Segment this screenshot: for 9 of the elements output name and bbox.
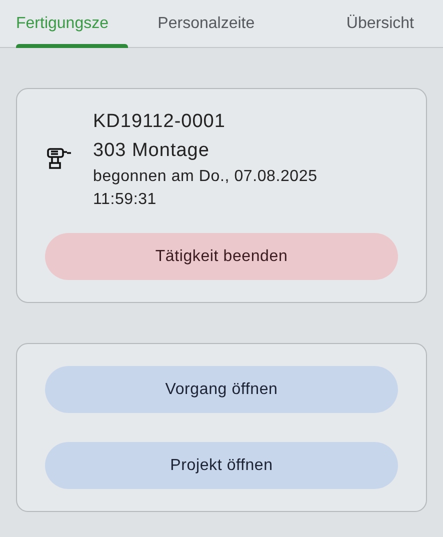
action-button[interactable]: Projekt öffnen <box>45 442 398 489</box>
start-time: begonnen am Do., 07.08.2025 11:59:31 <box>93 167 318 210</box>
tab[interactable]: Übersicht <box>283 0 443 47</box>
stop-button[interactable]: Tätigkeit beenden <box>45 233 398 280</box>
tab[interactable]: Personalzeite <box>142 0 284 47</box>
operation-name: 303 Montage <box>93 139 210 163</box>
action-button[interactable]: Vorgang öffnen <box>45 366 398 413</box>
order-number: KD19112-0001 <box>93 110 226 134</box>
drill-icon <box>47 148 73 170</box>
